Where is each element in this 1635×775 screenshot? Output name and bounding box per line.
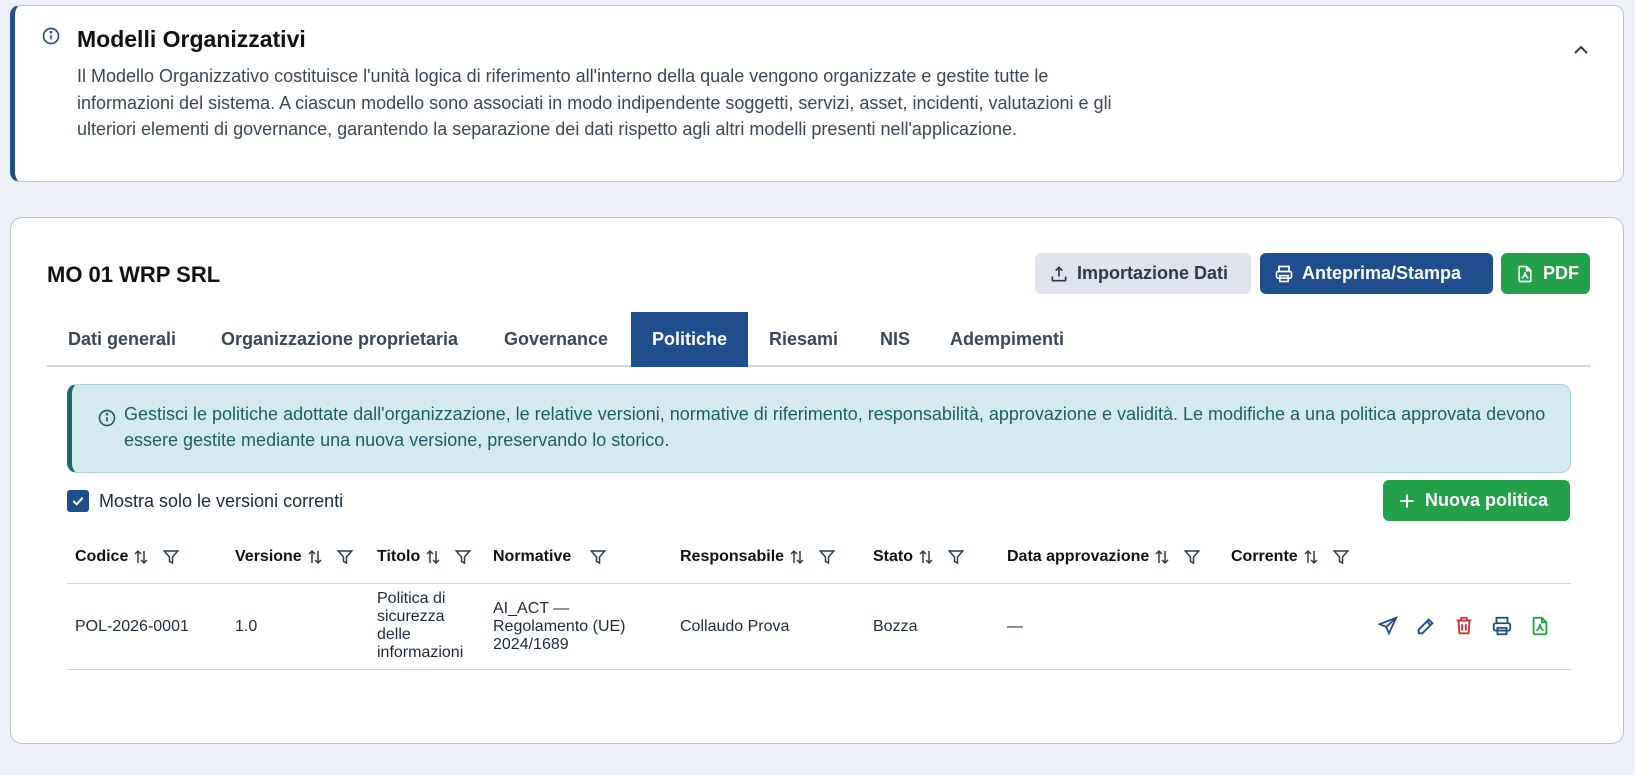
sort-icon[interactable] — [917, 548, 935, 566]
cell-stato: Bozza — [873, 618, 918, 635]
show-current-versions-toggle[interactable]: Mostra solo le versioni correnti — [67, 490, 343, 512]
cell-responsabile: Collaudo Prova — [680, 618, 790, 635]
tab-bar: Dati generali Organizzazione proprietari… — [47, 312, 1591, 367]
filter-icon[interactable] — [589, 548, 607, 566]
cell-titolo: Politica di sicurezza delle informazioni — [377, 590, 464, 661]
file-pdf-icon[interactable] — [1529, 615, 1551, 637]
info-card-description: Il Modello Organizzativo costituisce l'u… — [77, 66, 1112, 139]
upload-icon — [1051, 265, 1067, 281]
pdf-button[interactable]: PDF — [1501, 253, 1590, 294]
filter-icon[interactable] — [336, 548, 354, 566]
row-actions — [1377, 615, 1551, 637]
tab-nis[interactable]: NIS — [859, 312, 931, 367]
tab-governance[interactable]: Governance — [483, 312, 629, 367]
column-label: Data approvazione — [1007, 548, 1150, 565]
check-icon — [72, 496, 84, 506]
tab-adempimenti[interactable]: Adempimenti — [929, 312, 1085, 367]
column-header-titolo[interactable]: Titolo — [377, 548, 472, 566]
model-card: MO 01 WRP SRL Importazione Dati Anteprim… — [10, 217, 1624, 744]
filter-icon[interactable] — [162, 548, 180, 566]
sort-icon[interactable] — [424, 548, 442, 566]
print-preview-label: Anteprima/Stampa — [1302, 263, 1462, 283]
column-header-versione[interactable]: Versione — [235, 548, 354, 566]
model-title: MO 01 WRP SRL — [47, 262, 221, 287]
column-header-stato[interactable]: Stato — [873, 548, 965, 566]
column-label: Codice — [75, 548, 129, 565]
table-header: Codice Versione Titolo Normative Respons… — [67, 536, 1571, 584]
import-data-label: Importazione Dati — [1077, 263, 1229, 283]
column-header-normative[interactable]: Normative — [493, 548, 607, 566]
sort-icon[interactable] — [1302, 548, 1320, 566]
column-label: Versione — [235, 548, 302, 565]
filter-icon[interactable] — [947, 548, 965, 566]
sort-icon[interactable] — [788, 548, 806, 566]
column-header-responsabile[interactable]: Responsabile — [680, 548, 836, 566]
cell-data-approvazione: — — [1007, 618, 1023, 635]
show-current-label: Mostra solo le versioni correnti — [99, 490, 344, 511]
filter-icon[interactable] — [818, 548, 836, 566]
new-policy-button[interactable]: Nuova politica — [1383, 480, 1570, 521]
tab-organizzazione-proprietaria[interactable]: Organizzazione proprietaria — [200, 312, 479, 367]
tab-politiche[interactable]: Politiche — [631, 312, 749, 367]
filter-icon[interactable] — [1183, 548, 1201, 566]
send-icon[interactable] — [1377, 615, 1399, 637]
column-header-codice[interactable]: Codice — [75, 548, 180, 566]
file-pdf-icon — [1518, 265, 1532, 282]
cell-normative: AI_ACT — Regolamento (UE) 2024/1689 — [493, 600, 626, 653]
column-header-data-approvazione[interactable]: Data approvazione — [1007, 548, 1201, 566]
printer-icon — [1275, 265, 1293, 282]
tab-riesami[interactable]: Riesami — [748, 312, 859, 367]
column-label: Corrente — [1231, 548, 1298, 565]
policy-info-alert: Gestisci le politiche adottate dall'orga… — [67, 384, 1571, 473]
column-label: Normative — [493, 548, 572, 565]
info-card-title: Modelli Organizzativi — [77, 26, 306, 52]
print-preview-button[interactable]: Anteprima/Stampa — [1260, 253, 1493, 294]
table-row[interactable]: POL-2026-0001 1.0 Politica di sicurezza … — [67, 584, 1571, 670]
policy-info-text: Gestisci le politiche adottate dall'orga… — [124, 404, 1546, 450]
cell-versione: 1.0 — [235, 618, 258, 635]
plus-icon — [1400, 493, 1414, 508]
cell-codice: POL-2026-0001 — [75, 618, 189, 635]
info-card: Modelli Organizzativi Il Modello Organiz… — [10, 5, 1624, 182]
sort-icon[interactable] — [306, 548, 324, 566]
printer-icon[interactable] — [1491, 615, 1513, 637]
trash-icon[interactable] — [1453, 615, 1475, 637]
sort-icon[interactable] — [1153, 548, 1171, 566]
column-label: Responsabile — [680, 548, 785, 565]
column-label: Stato — [873, 548, 913, 565]
pdf-label: PDF — [1543, 263, 1579, 283]
tab-dati-generali[interactable]: Dati generali — [47, 312, 197, 367]
info-icon — [42, 27, 60, 45]
import-data-button[interactable]: Importazione Dati — [1035, 253, 1251, 294]
show-current-checkbox[interactable] — [67, 490, 89, 512]
filter-icon[interactable] — [454, 548, 472, 566]
filter-icon[interactable] — [1332, 548, 1350, 566]
column-label: Titolo — [377, 548, 421, 565]
chevron-up-icon[interactable] — [1569, 38, 1593, 62]
column-header-corrente[interactable]: Corrente — [1231, 548, 1350, 566]
edit-icon[interactable] — [1415, 615, 1437, 637]
info-icon — [98, 409, 116, 427]
new-policy-label: Nuova politica — [1425, 490, 1549, 510]
sort-icon[interactable] — [132, 548, 150, 566]
